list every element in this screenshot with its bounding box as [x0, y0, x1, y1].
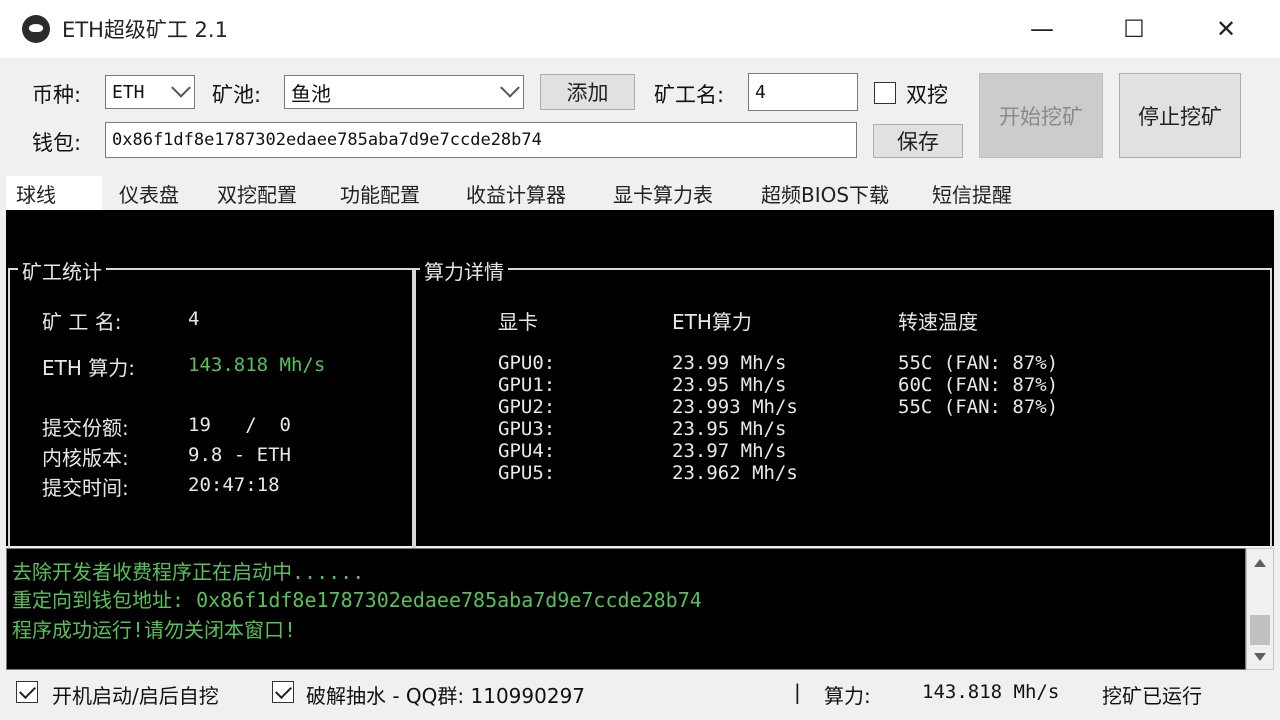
dual-mining-checkbox[interactable] — [874, 82, 896, 104]
tab-oc-bios-download[interactable]: 超频BIOS下载 — [740, 176, 910, 210]
gpu-row-hashrate: 23.95 Mh/s — [672, 418, 787, 440]
log-scrollbar[interactable] — [1246, 548, 1274, 670]
gpu-row-name: GPU3: — [498, 418, 556, 440]
pool-select[interactable]: 鱼池 — [284, 75, 524, 109]
tab-sms-alerts[interactable]: 短信提醒 — [916, 176, 1028, 210]
log-line: 去除开发者收费程序正在启动中...... — [12, 560, 365, 584]
gpu-row-name: GPU1: — [498, 374, 556, 396]
gpu-row-name: GPU5: — [498, 462, 556, 484]
status-hashrate-value: 143.818 Mh/s — [922, 681, 1060, 703]
fan-temp-column-header: 转速温度 — [898, 310, 978, 334]
tab-feature-config[interactable]: 功能配置 — [320, 176, 440, 210]
tab-dashboard[interactable]: 仪表盘 — [104, 176, 194, 210]
submit-time-value: 20:47:18 — [188, 474, 280, 496]
gpu-row-name: GPU0: — [498, 352, 556, 374]
close-button[interactable]: ✕ — [1180, 0, 1272, 58]
tab-profit-calculator[interactable]: 收益计算器 — [446, 176, 586, 210]
gpu-column-header: 显卡 — [498, 310, 538, 334]
log-line: 重定向到钱包地址: 0x86f1df8e1787302edaee785aba7d… — [12, 588, 702, 612]
shares-label: 提交份额: — [42, 416, 129, 440]
start-mining-button[interactable]: 开始挖矿 — [979, 73, 1103, 158]
dual-mining-label: 双挖 — [906, 83, 948, 107]
core-version-value: 9.8 - ETH — [188, 444, 291, 466]
scroll-down-icon[interactable] — [1254, 653, 1266, 661]
gpu-row-hashrate: 23.97 Mh/s — [672, 440, 787, 462]
save-button[interactable]: 保存 — [873, 124, 963, 158]
chevron-down-icon — [171, 77, 191, 98]
gpu-row-hashrate: 23.962 Mh/s — [672, 462, 798, 484]
maximize-button[interactable]: ☐ — [1088, 0, 1180, 58]
miner-name-input[interactable]: 4 — [748, 73, 858, 111]
miner-stats-title: 矿工统计 — [18, 256, 106, 285]
coin-label: 币种: — [32, 83, 82, 107]
gpu-row-temp: 55C (FAN: 87%) — [898, 352, 1059, 374]
gpu-row-temp: 55C (FAN: 87%) — [898, 396, 1059, 418]
pool-label: 矿池: — [212, 83, 262, 107]
stop-mining-button[interactable]: 停止挖矿 — [1119, 73, 1241, 158]
miner-name-stat-value: 4 — [188, 308, 200, 330]
scroll-up-icon[interactable] — [1254, 559, 1266, 567]
gpu-row-name: GPU2: — [498, 396, 556, 418]
mining-state: 挖矿已运行 — [1102, 684, 1202, 708]
gpu-row-hashrate: 23.993 Mh/s — [672, 396, 798, 418]
hash-details-title: 算力详情 — [420, 256, 508, 285]
minimize-button[interactable]: — — [996, 0, 1088, 58]
total-hashrate-value: 143.818 Mh/s — [188, 354, 326, 376]
crack-fee-label: 破解抽水 - QQ群: 110990297 — [306, 684, 586, 708]
window-title: ETH超级矿工 2.1 — [62, 18, 228, 42]
tab-dual-mining-config[interactable]: 双挖配置 — [200, 176, 314, 210]
app-logo-icon — [22, 15, 50, 43]
crack-fee-checkbox[interactable] — [272, 681, 294, 703]
chevron-down-icon — [500, 77, 520, 98]
total-hashrate-label: ETH 算力: — [42, 356, 135, 380]
tab-console[interactable]: 球线 — [6, 176, 102, 210]
log-line: 程序成功运行!请勿关闭本窗口! — [12, 618, 297, 642]
tab-gpu-hashrate-table[interactable]: 显卡算力表 — [592, 176, 734, 210]
coin-select-value: ETH — [112, 81, 145, 103]
gpu-row-temp: 60C (FAN: 87%) — [898, 374, 1059, 396]
wallet-label: 钱包: — [32, 131, 82, 155]
pool-select-value: 鱼池 — [291, 81, 331, 106]
coin-select[interactable]: ETH — [105, 75, 195, 109]
status-separator: | — [794, 680, 801, 704]
gpu-row-hashrate: 23.95 Mh/s — [672, 374, 787, 396]
hashrate-column-header: ETH算力 — [672, 310, 752, 334]
core-version-label: 内核版本: — [42, 446, 129, 470]
miner-name-label: 矿工名: — [654, 83, 725, 107]
miner-name-stat-label: 矿 工 名: — [42, 310, 122, 334]
submit-time-label: 提交时间: — [42, 476, 129, 500]
wallet-input[interactable]: 0x86f1df8e1787302edaee785aba7d9e7ccde28b… — [105, 122, 857, 158]
gpu-row-name: GPU4: — [498, 440, 556, 462]
status-hashrate-label: 算力: — [824, 684, 871, 708]
shares-value: 19 / 0 — [188, 414, 291, 436]
scroll-thumb[interactable] — [1250, 615, 1270, 645]
add-pool-button[interactable]: 添加 — [540, 74, 635, 110]
gpu-row-hashrate: 23.99 Mh/s — [672, 352, 787, 374]
autostart-label: 开机启动/启后自挖 — [52, 684, 219, 708]
autostart-checkbox[interactable] — [16, 681, 38, 703]
